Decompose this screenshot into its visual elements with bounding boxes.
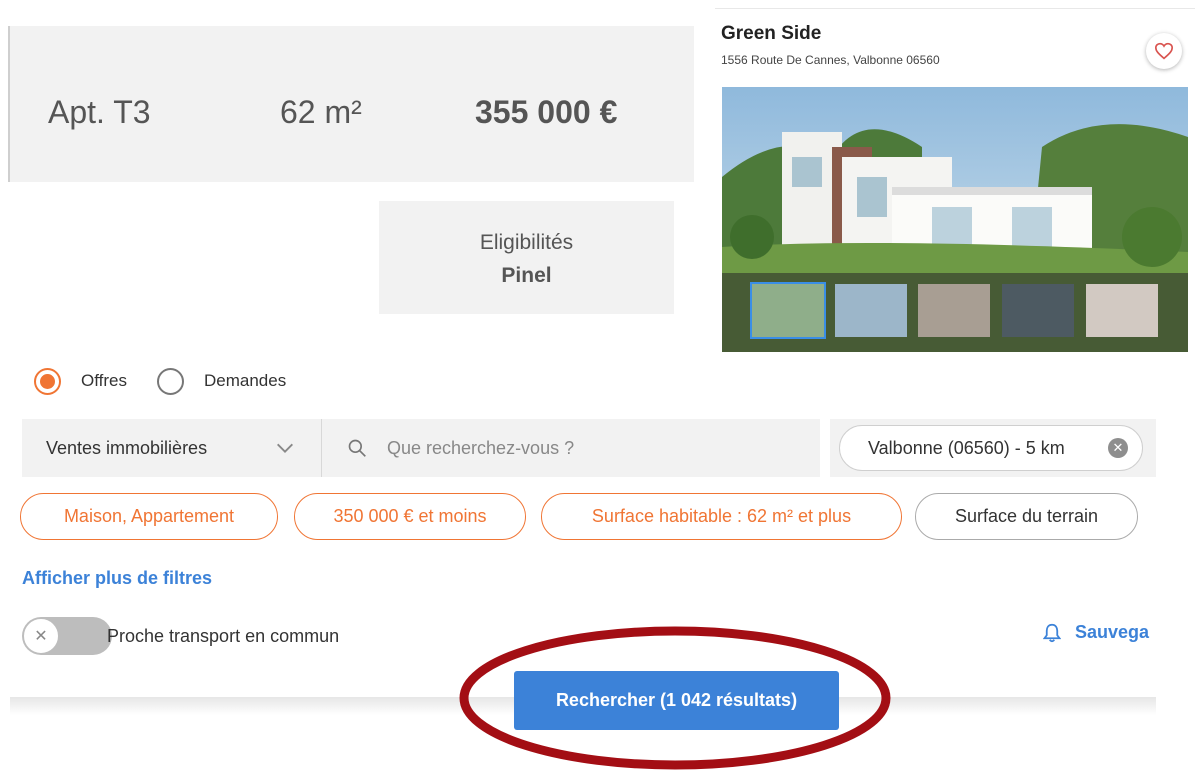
heart-icon xyxy=(1154,42,1174,60)
radio-checked-indicator[interactable] xyxy=(34,367,61,395)
filter-chip-label: Surface habitable : 62 m² et plus xyxy=(591,506,852,526)
filter-chip-label: Surface du terrain xyxy=(954,506,1099,526)
location-value: Valbonne (06560) - 5 km xyxy=(868,437,1065,458)
search-bar: Ventes immobilières xyxy=(22,419,820,477)
transport-toggle[interactable]: ✕ xyxy=(22,617,112,655)
filter-chip-label: 350 000 € et moins xyxy=(333,506,487,526)
more-filters-link[interactable]: Afficher plus de filtres xyxy=(22,568,212,589)
radio-label: Demandes xyxy=(203,371,287,390)
filter-chip-property-type[interactable]: Maison, Appartement xyxy=(20,493,278,540)
location-box: Valbonne (06560) - 5 km ✕ xyxy=(830,419,1156,477)
filter-chip-label: Maison, Appartement xyxy=(63,506,235,526)
listing-surface: 62 m² xyxy=(280,94,362,130)
listing-type: Apt. T3 xyxy=(48,94,151,130)
thumbnail[interactable] xyxy=(1002,284,1074,337)
thumbnail[interactable] xyxy=(918,284,990,337)
eligibility-title: Eligibilités xyxy=(479,231,574,254)
thumbnail-strip xyxy=(722,273,1188,352)
location-filter[interactable]: Valbonne (06560) - 5 km ✕ xyxy=(839,425,1143,471)
save-search-label: Sauvega xyxy=(1075,622,1150,642)
chevron-down-icon xyxy=(277,443,293,453)
property-photo[interactable] xyxy=(722,87,1188,352)
filter-chip-land-area[interactable]: Surface du terrain xyxy=(915,493,1138,540)
property-name: Green Side xyxy=(721,23,822,44)
listing-summary-card: Apt. T3 62 m² 355 000 € xyxy=(8,26,694,182)
transport-toggle-label: Proche transport en commun xyxy=(107,626,340,646)
search-input[interactable] xyxy=(385,436,765,460)
eligibility-box: Eligibilités Pinel xyxy=(379,201,674,314)
category-value: Ventes immobilières xyxy=(46,437,208,458)
eligibility-value: Pinel xyxy=(501,264,552,287)
bell-icon xyxy=(1043,623,1061,642)
favorite-button[interactable] xyxy=(1146,33,1182,69)
thumbnail[interactable] xyxy=(750,282,826,339)
save-search-link[interactable]: Sauvega xyxy=(1043,622,1156,643)
offer-type-group: Offres Demandes xyxy=(34,367,286,395)
property-panel: Green Side 1556 Route De Cannes, Valbonn… xyxy=(715,8,1195,353)
radio-unchecked-indicator[interactable] xyxy=(156,367,184,395)
radio-label: Offres xyxy=(81,371,127,390)
radio-offres[interactable]: Offres xyxy=(34,367,127,395)
thumbnail[interactable] xyxy=(1086,284,1158,337)
search-icon xyxy=(348,439,366,457)
filter-chip-price[interactable]: 350 000 € et moins xyxy=(294,493,526,540)
search-field xyxy=(322,436,820,460)
listing-price: 355 000 € xyxy=(475,94,618,130)
radio-demandes[interactable]: Demandes xyxy=(156,367,287,395)
thumbnail[interactable] xyxy=(835,284,907,337)
property-address: 1556 Route De Cannes, Valbonne 06560 xyxy=(721,53,940,67)
filter-chip-living-area[interactable]: Surface habitable : 62 m² et plus xyxy=(541,493,902,540)
toggle-off-icon: ✕ xyxy=(23,618,59,654)
search-button[interactable]: Rechercher (1 042 résultats) xyxy=(514,671,839,730)
category-select[interactable]: Ventes immobilières xyxy=(22,419,322,477)
clear-icon[interactable]: ✕ xyxy=(1108,438,1128,458)
